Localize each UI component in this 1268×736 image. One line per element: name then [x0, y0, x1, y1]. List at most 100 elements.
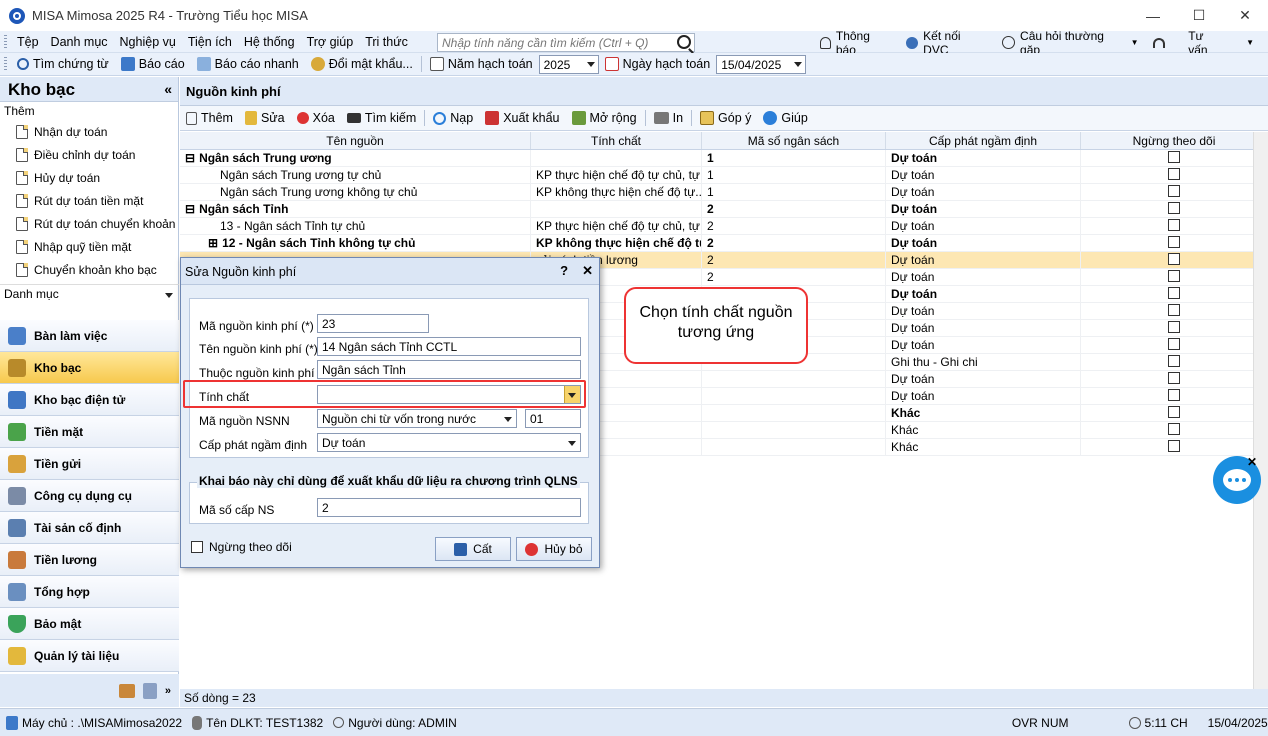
table-row[interactable]: Ngân sách Trung ương tự chủ KP thực hiện … [180, 167, 1268, 184]
report-icon [120, 57, 135, 71]
checkbox-icon[interactable] [1168, 151, 1180, 163]
collapse-icon[interactable]: « [164, 81, 172, 97]
chat-close-icon[interactable]: ✕ [1247, 455, 1257, 469]
help-button[interactable]: Giúp [757, 108, 813, 128]
menu-file[interactable]: Tệp [11, 35, 45, 49]
checkbox-icon[interactable] [1168, 423, 1180, 435]
menu-category[interactable]: Danh mục [45, 35, 114, 49]
print-button[interactable]: In [648, 108, 689, 128]
lp-item-cash-deposit[interactable]: Nhập quỹ tiền mặt [0, 235, 178, 258]
nav-e-treasury[interactable]: Kho bạc điện tử [0, 384, 179, 416]
table-row[interactable]: Ngân sách Trung ương không tự chủ KP khôn… [180, 184, 1268, 201]
dialog-help-button[interactable]: ? [560, 263, 568, 279]
checkbox-icon[interactable] [1168, 287, 1180, 299]
briefcase-icon[interactable] [118, 683, 135, 698]
menu-help[interactable]: Trợ giúp [301, 35, 360, 49]
change-password-button[interactable]: Đổi mật khẩu... [305, 54, 419, 74]
nav-tools[interactable]: Công cụ dụng cụ [0, 480, 179, 512]
name-input[interactable]: 14 Ngân sách Tỉnh CCTL [317, 337, 581, 356]
nav-treasury[interactable]: Kho bạc [0, 352, 179, 384]
col-header-budget-code[interactable]: Mã số ngân sách [702, 132, 886, 149]
find-voucher-button[interactable]: Tìm chứng từ [11, 54, 115, 74]
lp-item-adjust-estimate[interactable]: Điều chỉnh dự toán [0, 143, 178, 166]
checkbox-icon[interactable] [1168, 168, 1180, 180]
ns-level-input[interactable]: 2 [317, 498, 581, 517]
nature-select[interactable] [317, 385, 581, 404]
expander-icon[interactable]: ⊞ [208, 236, 218, 250]
table-row[interactable]: ⊟ Ngân sách Trung ương 1 Dự toán [180, 150, 1268, 167]
checkbox-icon[interactable] [1168, 185, 1180, 197]
nsnn-code-input[interactable]: 01 [525, 409, 581, 428]
lp-item-withdraw-cash[interactable]: Rút dự toán tiền mặt [0, 189, 178, 212]
checkbox-icon[interactable] [1168, 338, 1180, 350]
lp-item-treasury-transfer[interactable]: Chuyển khoản kho bạc [0, 258, 178, 281]
maximize-button[interactable]: ☐ [1176, 0, 1222, 31]
edit-button[interactable]: Sửa [239, 108, 291, 128]
feature-search-input[interactable]: Nhập tính năng cần tìm kiếm (Ctrl + Q) [437, 33, 695, 52]
report-button[interactable]: Báo cáo [115, 54, 191, 74]
code-input[interactable]: 23 [317, 314, 429, 333]
export-button[interactable]: Xuất khẩu [479, 108, 565, 128]
lp-item-cancel-estimate[interactable]: Hủy dự toán [0, 166, 178, 189]
reload-button[interactable]: Nạp [427, 108, 479, 128]
table-row[interactable]: ⊟ Ngân sách Tỉnh 2 Dự toán [180, 201, 1268, 218]
checkbox-icon[interactable] [1168, 202, 1180, 214]
menu-knowledge[interactable]: Tri thức [359, 35, 414, 49]
lp-item-withdraw-transfer[interactable]: Rút dự toán chuyển khoản [0, 212, 178, 235]
table-row[interactable]: ⊞ 12 - Ngân sách Tỉnh không tự chủ KP khôn… [180, 235, 1268, 252]
menu-utilities[interactable]: Tiện ích [182, 35, 238, 49]
nsnn-select[interactable]: Nguồn chi từ vốn trong nước [317, 409, 517, 428]
feedback-button[interactable]: Góp ý [694, 108, 757, 128]
search-button[interactable]: Tìm kiếm [341, 108, 422, 128]
table-row[interactable]: 13 - Ngân sách Tỉnh tự chủ KP thực hiện c… [180, 218, 1268, 235]
search-icon[interactable] [677, 35, 691, 49]
checkbox-icon[interactable] [1168, 372, 1180, 384]
fiscal-year-select[interactable]: 2025 [538, 54, 599, 74]
expander-icon[interactable]: ⊟ [185, 202, 195, 216]
cancel-button[interactable]: Hủy bỏ [516, 537, 592, 561]
checkbox-icon[interactable] [1168, 236, 1180, 248]
nav-fixed-assets[interactable]: Tài sản cố định [0, 512, 179, 544]
lp-item-receive-estimate[interactable]: Nhận dự toán [0, 120, 178, 143]
menu-system[interactable]: Hệ thống [238, 35, 301, 49]
nav-cash[interactable]: Tiền mặt [0, 416, 179, 448]
edit-icon[interactable] [142, 682, 157, 699]
nav-security[interactable]: Bảo mật [0, 608, 179, 640]
add-button[interactable]: Thêm [180, 108, 239, 128]
nav-desk[interactable]: Bàn làm việc [0, 320, 179, 352]
vertical-scrollbar[interactable] [1253, 132, 1268, 689]
checkbox-icon[interactable] [1168, 321, 1180, 333]
posting-date-picker[interactable]: 15/04/2025 [716, 54, 807, 74]
checkbox-icon[interactable] [1168, 355, 1180, 367]
category-dropdown[interactable]: Danh mục [0, 284, 179, 304]
cell-allocation: Dự toán [886, 150, 1081, 166]
chevron-right-icon[interactable]: » [165, 685, 171, 697]
nav-documents[interactable]: Quản lý tài liệu [0, 640, 179, 672]
expander-icon[interactable]: ⊟ [185, 151, 195, 165]
delete-button[interactable]: Xóa [291, 108, 341, 128]
checkbox-icon[interactable] [1168, 219, 1180, 231]
checkbox-icon[interactable] [1168, 406, 1180, 418]
quick-report-button[interactable]: Báo cáo nhanh [191, 54, 305, 74]
menu-operations[interactable]: Nghiệp vụ [114, 35, 182, 49]
expand-button[interactable]: Mở rộng [566, 108, 643, 128]
col-header-stop-tracking[interactable]: Ngừng theo dõi [1081, 132, 1268, 149]
dialog-close-button[interactable]: ✕ [582, 263, 593, 279]
nav-summary[interactable]: Tổng hợp [0, 576, 179, 608]
parent-input[interactable]: Ngân sách Tỉnh [317, 360, 581, 379]
alloc-select[interactable]: Dự toán [317, 433, 581, 452]
checkbox-icon[interactable] [1168, 270, 1180, 282]
close-window-button[interactable]: ✕ [1222, 0, 1268, 31]
checkbox-icon[interactable] [1168, 304, 1180, 316]
checkbox-icon[interactable] [1168, 253, 1180, 265]
nav-deposit[interactable]: Tiền gửi [0, 448, 179, 480]
col-header-allocation[interactable]: Cấp phát ngầm định [886, 132, 1081, 149]
save-button[interactable]: Cất [435, 537, 511, 561]
col-header-nature[interactable]: Tính chất [531, 132, 702, 149]
stop-tracking-checkbox[interactable]: Ngừng theo dõi [191, 540, 292, 554]
checkbox-icon[interactable] [1168, 389, 1180, 401]
nav-salary[interactable]: Tiền lương [0, 544, 179, 576]
col-header-name[interactable]: Tên nguồn [180, 132, 531, 149]
checkbox-icon[interactable] [1168, 440, 1180, 452]
minimize-button[interactable]: — [1130, 0, 1176, 31]
